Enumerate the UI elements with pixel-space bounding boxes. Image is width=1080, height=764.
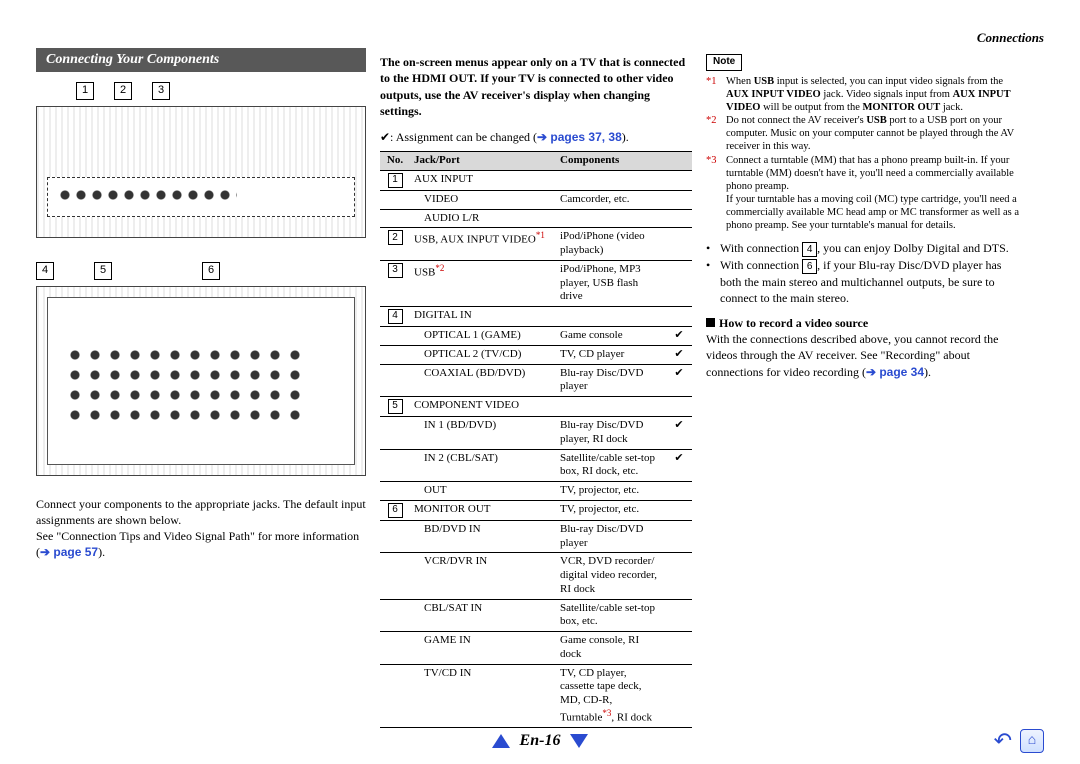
table-row: GAME INGame console, RI dock <box>380 632 692 665</box>
callout-1: 1 <box>76 82 94 100</box>
page-number: En-16 <box>520 731 561 751</box>
table-row: 1AUX INPUT <box>380 170 692 190</box>
callout-5: 5 <box>94 262 112 280</box>
assignment-note: ✔: Assignment can be changed (➔ pages 37… <box>380 129 692 145</box>
table-row: VIDEOCamcorder, etc. <box>380 190 692 209</box>
left-paragraph-1: Connect your components to the appropria… <box>36 496 366 528</box>
table-row: OPTICAL 2 (TV/CD)TV, CD player✔ <box>380 345 692 364</box>
table-row: IN 1 (BD/DVD)Blu-ray Disc/DVD player, RI… <box>380 417 692 450</box>
intro-warning: The on-screen menus appear only on a TV … <box>380 54 692 119</box>
table-row: OPTICAL 1 (GAME)Game console✔ <box>380 327 692 346</box>
callout-3: 3 <box>152 82 170 100</box>
th-no: No. <box>380 152 410 171</box>
callout-row-bottom: 4 5 6 <box>36 262 366 280</box>
howto-body: With the connections described above, yo… <box>706 331 1024 380</box>
footnote: *2Do not connect the AV receiver's USB p… <box>706 114 1024 153</box>
page-footer: En-16 ↶ ⌂ <box>36 728 1044 754</box>
prev-page-icon[interactable] <box>492 734 510 748</box>
table-row: 2USB, AUX INPUT VIDEO*1iPod/iPhone (vide… <box>380 228 692 261</box>
th-jack: Jack/Port <box>410 152 556 171</box>
callout-4: 4 <box>36 262 54 280</box>
table-row: COAXIAL (BD/DVD)Blu-ray Disc/DVD player✔ <box>380 364 692 397</box>
back-icon[interactable]: ↶ <box>994 727 1012 755</box>
howto-heading: How to record a video source <box>706 316 1024 331</box>
table-row: VCR/DVR INVCR, DVD recorder/ digital vid… <box>380 553 692 599</box>
left-paragraph-2: See "Connection Tips and Video Signal Pa… <box>36 528 366 560</box>
th-components: Components <box>556 152 666 171</box>
callout-row-top: 1 2 3 <box>76 82 366 100</box>
section-header: Connections <box>36 30 1044 46</box>
footnotes: *1When USB input is selected, you can in… <box>706 75 1024 233</box>
th-check <box>666 152 692 171</box>
callout-6: 6 <box>202 262 220 280</box>
table-row: 6MONITOR OUTTV, projector, etc. <box>380 500 692 520</box>
bullet-item: •With connection 6, if your Blu-ray Disc… <box>706 257 1024 306</box>
note-label: Note <box>706 54 742 71</box>
bullet-list: •With connection 4, you can enjoy Dolby … <box>706 240 1024 306</box>
section-banner: Connecting Your Components <box>36 48 366 72</box>
table-row: 3USB*2iPod/iPhone, MP3 player, USB flash… <box>380 260 692 306</box>
table-row: OUTTV, projector, etc. <box>380 482 692 501</box>
jack-port-table: No. Jack/Port Components 1AUX INPUTVIDEO… <box>380 151 692 728</box>
link-pages-37-38[interactable]: ➔ pages 37, 38 <box>537 130 622 144</box>
footnote: *1When USB input is selected, you can in… <box>706 75 1024 114</box>
front-panel-diagram <box>36 106 366 238</box>
table-row: CBL/SAT INSatellite/cable set-top box, e… <box>380 599 692 632</box>
home-icon[interactable]: ⌂ <box>1020 729 1044 753</box>
table-row: 4DIGITAL IN <box>380 307 692 327</box>
table-row: BD/DVD INBlu-ray Disc/DVD player <box>380 520 692 553</box>
next-page-icon[interactable] <box>570 734 588 748</box>
table-row: TV/CD INTV, CD player, cassette tape dec… <box>380 664 692 728</box>
link-page-57[interactable]: ➔ page 57 <box>40 545 98 559</box>
link-page-34[interactable]: ➔ page 34 <box>866 365 924 379</box>
table-row: AUDIO L/R <box>380 209 692 228</box>
footnote: *3Connect a turntable (MM) that has a ph… <box>706 154 1024 233</box>
table-row: IN 2 (CBL/SAT)Satellite/cable set-top bo… <box>380 449 692 482</box>
rear-panel-diagram <box>36 286 366 476</box>
table-row: 5COMPONENT VIDEO <box>380 397 692 417</box>
bullet-item: •With connection 4, you can enjoy Dolby … <box>706 240 1024 257</box>
callout-2: 2 <box>114 82 132 100</box>
